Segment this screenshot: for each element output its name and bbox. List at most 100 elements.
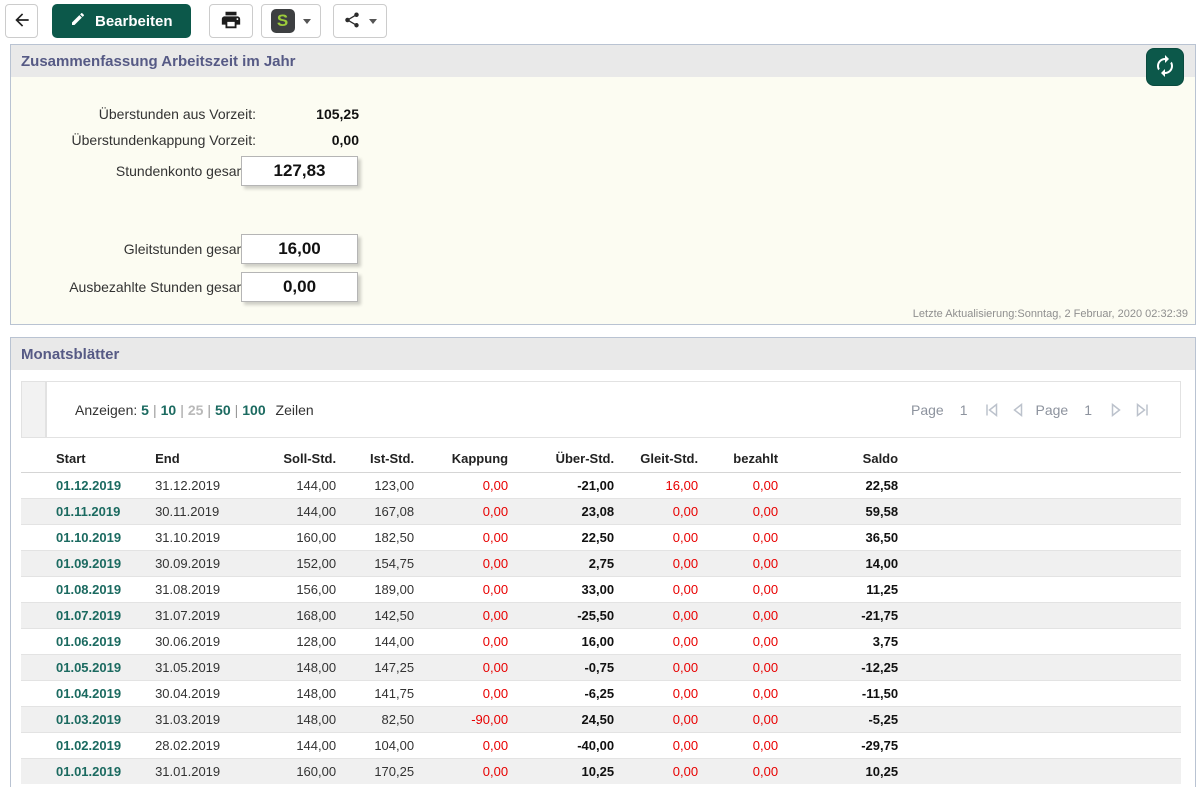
field-label: Überstundenkappung Vorzeit:	[71, 132, 256, 148]
cell-soll: 160,00	[242, 758, 343, 784]
cell-start[interactable]: 01.12.2019	[21, 472, 128, 499]
first-page-icon[interactable]	[984, 402, 1000, 418]
summary-panel-title: Zusammenfassung Arbeitszeit im Jahr	[21, 52, 296, 70]
table-row: 01.10.2019 31.10.2019 160,00 182,50 0,00 22,5…	[21, 524, 1181, 551]
cell-kappung: 0,00	[420, 602, 515, 629]
back-arrow-icon	[12, 10, 32, 33]
field-label: Stundenkonto gesamt:	[115, 163, 256, 179]
cell-start[interactable]: 01.08.2019	[21, 576, 128, 603]
field-value-box: 127,83	[241, 156, 358, 186]
cell-filler	[904, 602, 1181, 629]
table-row: 01.02.2019 28.02.2019 144,00 104,00 0,00 -40,…	[21, 732, 1181, 759]
table-row: 01.12.2019 31.12.2019 144,00 123,00 0,00 -21,…	[21, 472, 1181, 499]
cell-gleit: 0,00	[620, 498, 705, 525]
cell-gleit: 0,00	[620, 680, 705, 707]
table-row: 01.03.2019 31.03.2019 148,00 82,50 -90,00 24,…	[21, 706, 1181, 733]
cell-ueber: 2,75	[514, 550, 621, 577]
cell-gleit: 0,00	[620, 654, 705, 681]
cell-end: 31.10.2019	[127, 524, 243, 551]
back-button[interactable]	[5, 4, 38, 38]
months-panel-title: Monatsblätter	[21, 345, 120, 363]
last-page-icon[interactable]	[1134, 402, 1150, 418]
field-label: Ausbezahlte Stunden gesamt:	[69, 279, 256, 295]
edit-button[interactable]: Bearbeiten	[52, 4, 191, 38]
cell-ist: 170,25	[342, 758, 421, 784]
print-icon	[220, 9, 242, 34]
rows-label: Zeilen	[275, 401, 314, 418]
cell-kappung: -90,00	[420, 706, 515, 733]
cell-end: 31.01.2019	[127, 758, 243, 784]
cell-ueber: 23,08	[514, 498, 621, 525]
table-toolbar-left-cell	[21, 381, 46, 438]
cell-ist: 141,75	[342, 680, 421, 707]
cell-gleit: 0,00	[620, 706, 705, 733]
column-header-filler	[904, 444, 1181, 473]
cell-start[interactable]: 01.02.2019	[21, 732, 128, 759]
column-header-ueber[interactable]: Über-Std.	[514, 444, 621, 473]
cell-end: 30.04.2019	[127, 680, 243, 707]
table-row: 01.05.2019 31.05.2019 148,00 147,25 0,00 -0,7…	[21, 654, 1181, 681]
cell-start[interactable]: 01.10.2019	[21, 524, 128, 551]
cell-filler	[904, 628, 1181, 655]
cell-start[interactable]: 01.07.2019	[21, 602, 128, 629]
chevron-down-icon	[368, 18, 377, 24]
cell-kappung: 0,00	[420, 524, 515, 551]
separator: |	[180, 401, 184, 418]
cell-soll: 168,00	[242, 602, 343, 629]
cell-end: 30.09.2019	[127, 550, 243, 577]
cell-gleit: 0,00	[620, 576, 705, 603]
column-header-saldo[interactable]: Saldo	[784, 444, 905, 473]
cell-start[interactable]: 01.11.2019	[21, 498, 128, 525]
cell-ueber: 33,00	[514, 576, 621, 603]
cell-end: 28.02.2019	[127, 732, 243, 759]
cell-gleit: 0,00	[620, 550, 705, 577]
page-size-option-100[interactable]: 100	[242, 402, 265, 418]
cell-filler	[904, 758, 1181, 784]
cell-saldo: 3,75	[784, 628, 905, 655]
column-header-start[interactable]: Start	[21, 444, 128, 473]
cell-bezahlt: 0,00	[704, 706, 785, 733]
s-app-menu-button[interactable]: S	[260, 4, 321, 38]
column-header-soll[interactable]: Soll-Std.	[242, 444, 343, 473]
cell-ist: 154,75	[342, 550, 421, 577]
cell-end: 30.11.2019	[127, 498, 243, 525]
page-size-option-10[interactable]: 10	[161, 402, 177, 418]
cell-soll: 148,00	[242, 706, 343, 733]
cell-start[interactable]: 01.03.2019	[21, 706, 128, 733]
cell-ueber: 16,00	[514, 628, 621, 655]
print-button[interactable]	[208, 4, 253, 38]
cell-bezahlt: 0,00	[704, 550, 785, 577]
months-panel-header: Monatsblätter	[11, 338, 1195, 370]
cell-start[interactable]: 01.06.2019	[21, 628, 128, 655]
column-header-ist[interactable]: Ist-Std.	[342, 444, 421, 473]
field-label: Überstunden aus Vorzeit:	[98, 106, 256, 122]
summary-field-row: Überstundenkappung Vorzeit: 0,00	[11, 132, 431, 148]
current-page-number: 1	[1084, 401, 1092, 418]
separator: |	[234, 401, 239, 418]
previous-page-icon[interactable]	[1010, 402, 1026, 418]
page-size-option-50[interactable]: 50	[215, 402, 231, 418]
column-header-gleit[interactable]: Gleit-Std.	[620, 444, 705, 473]
cell-gleit: 0,00	[620, 758, 705, 784]
cell-start[interactable]: 01.01.2019	[21, 758, 128, 784]
cell-end: 31.08.2019	[127, 576, 243, 603]
field-value: 105,25	[316, 106, 359, 122]
share-menu-button[interactable]	[332, 4, 387, 38]
cell-filler	[904, 706, 1181, 733]
cell-start[interactable]: 01.05.2019	[21, 654, 128, 681]
next-page-icon[interactable]	[1108, 402, 1124, 418]
cell-soll: 152,00	[242, 550, 343, 577]
column-header-end[interactable]: End	[127, 444, 243, 473]
cell-saldo: 11,25	[784, 576, 905, 603]
page-size-option-5[interactable]: 5	[141, 402, 149, 418]
refresh-button[interactable]	[1146, 48, 1184, 86]
cell-ist: 189,00	[342, 576, 421, 603]
page-label: Page	[1035, 401, 1069, 418]
cell-gleit: 0,00	[620, 628, 705, 655]
column-header-bezahlt[interactable]: bezahlt	[704, 444, 785, 473]
column-header-kappung[interactable]: Kappung	[420, 444, 515, 473]
cell-bezahlt: 0,00	[704, 758, 785, 784]
cell-start[interactable]: 01.09.2019	[21, 550, 128, 577]
cell-start[interactable]: 01.04.2019	[21, 680, 128, 707]
cell-saldo: 22,58	[784, 472, 905, 499]
